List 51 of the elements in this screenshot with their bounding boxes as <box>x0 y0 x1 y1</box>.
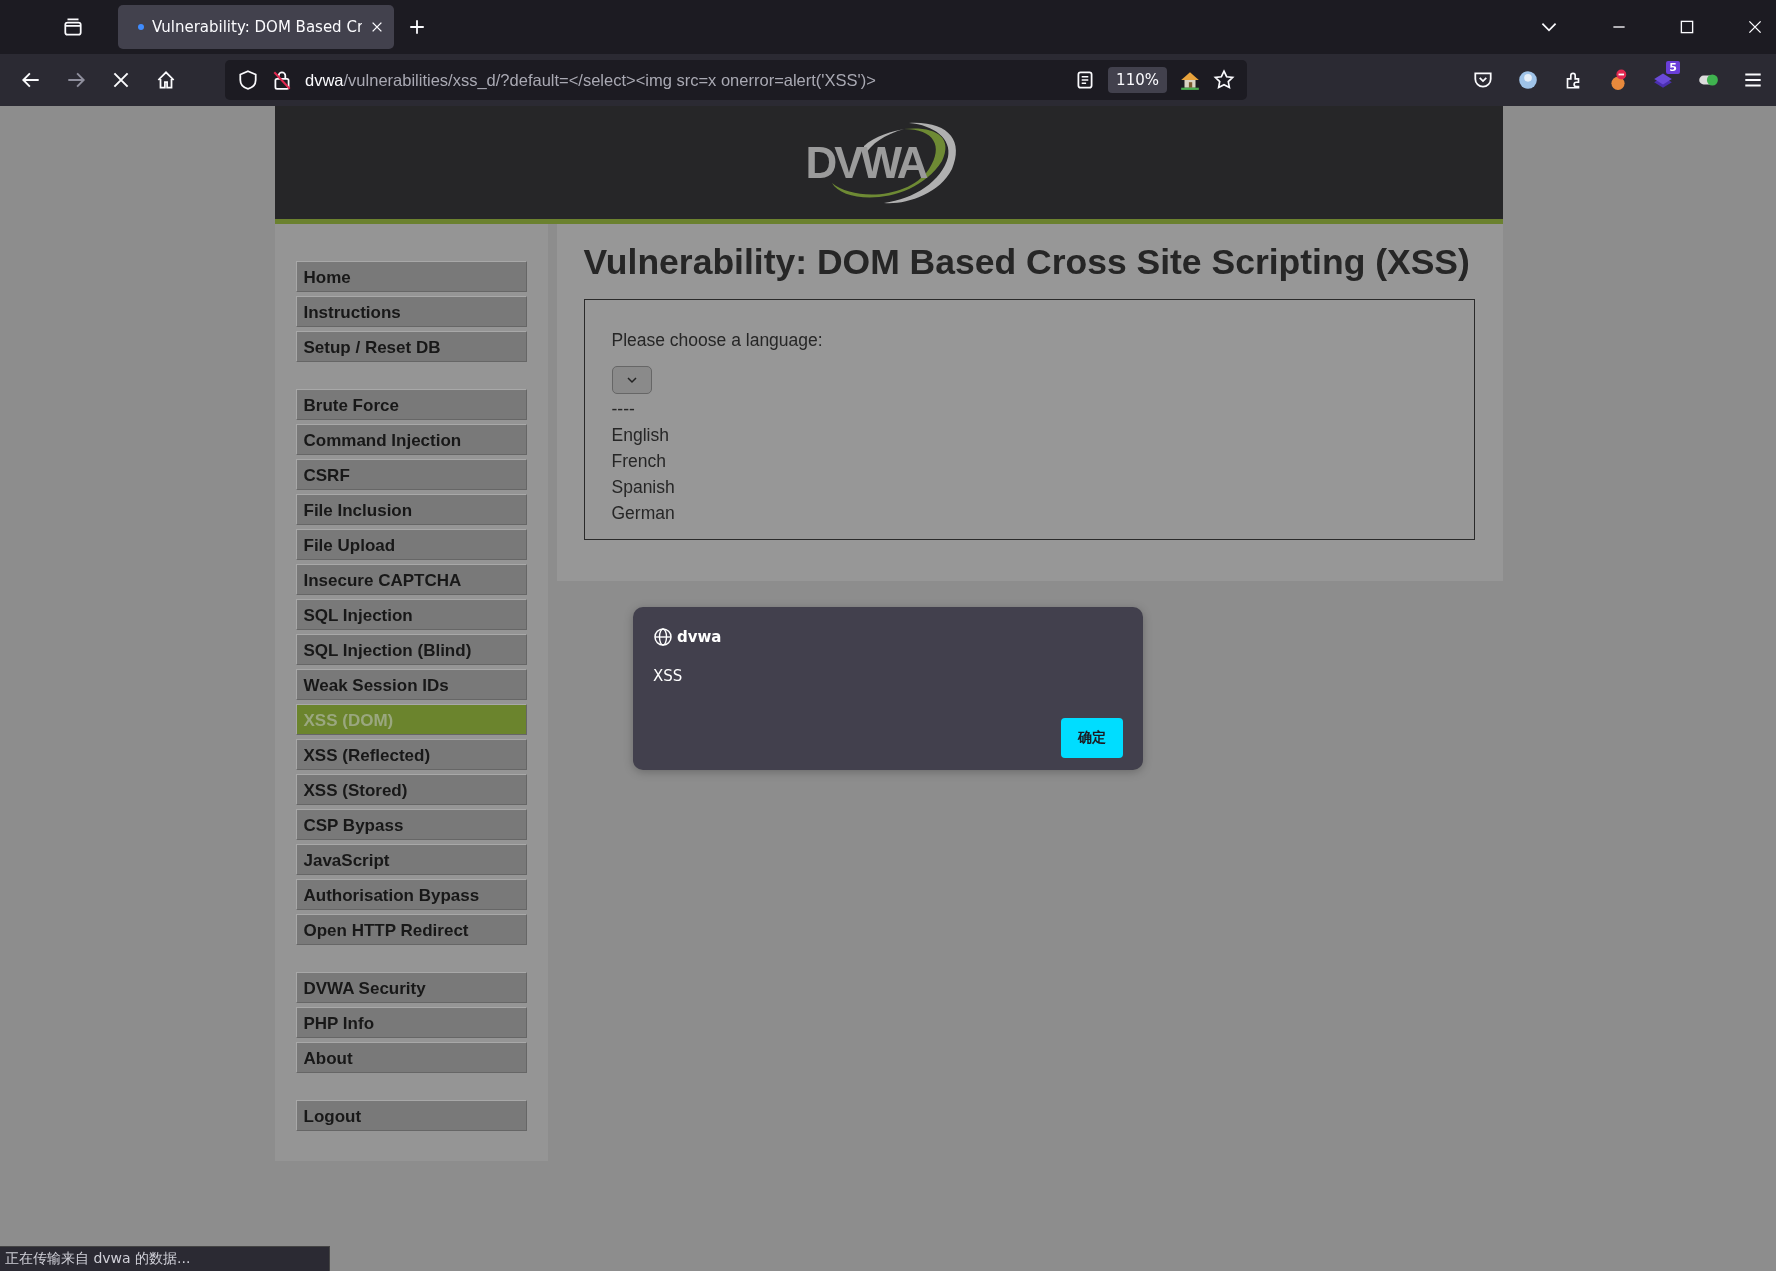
language-option: Spanish <box>611 474 1447 500</box>
ok-button[interactable]: 确定 <box>1061 718 1123 758</box>
menu-item[interactable]: About <box>295 1042 527 1073</box>
menu-item[interactable]: PHP Info <box>295 1007 527 1038</box>
menu-item[interactable]: Insecure CAPTCHA <box>295 564 527 595</box>
address-bar[interactable]: dvwa/vulnerabilities/xss_d/?default=</select><img src=x onerror=alert('XSS')> 110% <box>225 60 1247 100</box>
language-option: French <box>611 448 1447 474</box>
zoom-level-button[interactable]: 110% <box>1108 67 1167 93</box>
menu-item[interactable]: SQL Injection (Blind) <box>295 634 527 665</box>
close-icon[interactable] <box>370 20 384 34</box>
menu-item[interactable]: CSRF <box>295 459 527 490</box>
menu-item[interactable]: JavaScript <box>295 844 527 875</box>
menu-item[interactable]: Open HTTP Redirect <box>295 914 527 945</box>
menu-item[interactable]: Authorisation Bypass <box>295 879 527 910</box>
menu-item[interactable]: Instructions <box>295 296 527 327</box>
language-prompt: Please choose a language: <box>611 330 824 351</box>
menu-item[interactable]: CSP Bypass <box>295 809 527 840</box>
menu-item[interactable]: Logout <box>295 1100 527 1131</box>
tab-overview-icon[interactable] <box>62 16 84 38</box>
language-option: ---- <box>611 396 1447 422</box>
language-option: German <box>611 500 1447 526</box>
logo-text: DVWA <box>805 137 926 188</box>
menu-item[interactable]: XSS (Stored) <box>295 774 527 805</box>
loading-dot-icon <box>138 24 144 30</box>
extension-badge: 5 <box>1666 61 1680 74</box>
maximize-icon[interactable] <box>1678 18 1696 36</box>
menu-item[interactable]: XSS (Reflected) <box>295 739 527 770</box>
globe-icon <box>653 627 673 647</box>
menu-item[interactable]: Setup / Reset DB <box>295 331 527 362</box>
menu-item[interactable]: File Inclusion <box>295 494 527 525</box>
menu-item[interactable]: File Upload <box>295 529 527 560</box>
menu-item[interactable]: Home <box>295 261 527 292</box>
caret-icon <box>625 374 638 386</box>
url-text: dvwa/vulnerabilities/xss_d/?default=</select><img src=x onerror=alert('XSS')> <box>305 70 876 90</box>
alert-origin: dvwa <box>677 628 722 646</box>
status-bar: 正在传输来自 dvwa 的数据... <box>0 1246 330 1271</box>
menu-item[interactable]: Command Injection <box>295 424 527 455</box>
star-icon[interactable] <box>1213 69 1235 91</box>
new-tab-icon[interactable] <box>408 18 426 36</box>
alert-message: XSS <box>653 667 684 685</box>
menu-item[interactable]: Weak Session IDs <box>295 669 527 700</box>
close-icon[interactable] <box>1746 18 1764 36</box>
insecure-lock-icon[interactable] <box>271 69 293 91</box>
language-option: English <box>611 422 1447 448</box>
menu-item[interactable]: SQL Injection <box>295 599 527 630</box>
shield-icon[interactable] <box>237 69 259 91</box>
avatar-icon[interactable] <box>1517 69 1539 91</box>
page-title: Vulnerability: DOM Based Cross Site Scripting (XSS) <box>583 242 1471 283</box>
home-icon[interactable] <box>155 69 177 91</box>
menu-item[interactable]: DVWA Security <box>295 972 527 1003</box>
menu-item[interactable]: Brute Force <box>295 389 527 420</box>
